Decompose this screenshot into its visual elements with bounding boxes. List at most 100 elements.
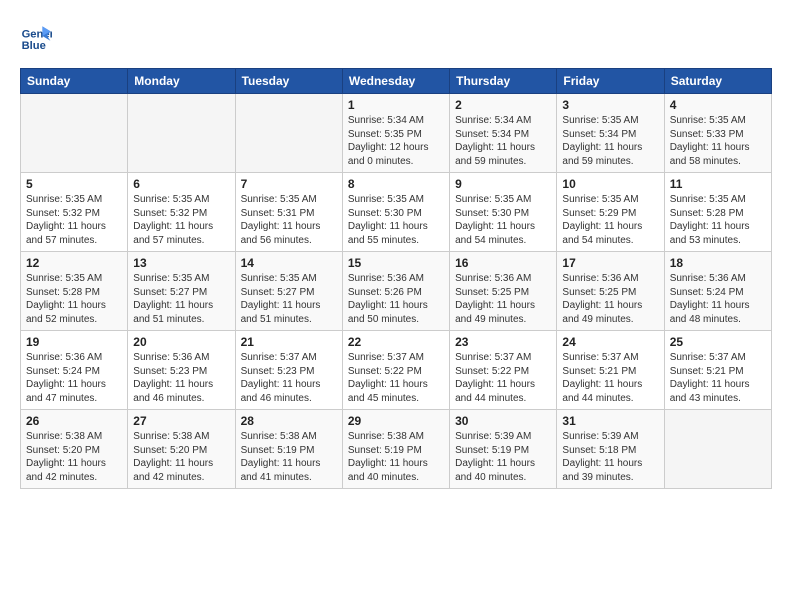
day-number: 15 bbox=[348, 256, 444, 270]
day-number: 18 bbox=[670, 256, 766, 270]
day-info: Sunrise: 5:35 AM Sunset: 5:31 PM Dayligh… bbox=[241, 193, 337, 247]
weekday-header-monday: Monday bbox=[128, 69, 235, 94]
calendar-cell: 18 Sunrise: 5:36 AM Sunset: 5:24 PM Dayli… bbox=[664, 252, 771, 331]
day-number: 2 bbox=[455, 98, 551, 112]
calendar-cell: 5 Sunrise: 5:35 AM Sunset: 5:32 PM Daylig… bbox=[21, 173, 128, 252]
day-number: 7 bbox=[241, 177, 337, 191]
day-number: 26 bbox=[26, 414, 122, 428]
day-info: Sunrise: 5:36 AM Sunset: 5:25 PM Dayligh… bbox=[562, 272, 658, 326]
weekday-header-thursday: Thursday bbox=[450, 69, 557, 94]
day-info: Sunrise: 5:35 AM Sunset: 5:27 PM Dayligh… bbox=[241, 272, 337, 326]
day-number: 6 bbox=[133, 177, 229, 191]
day-info: Sunrise: 5:36 AM Sunset: 5:26 PM Dayligh… bbox=[348, 272, 444, 326]
day-info: Sunrise: 5:36 AM Sunset: 5:24 PM Dayligh… bbox=[670, 272, 766, 326]
calendar-cell: 17 Sunrise: 5:36 AM Sunset: 5:25 PM Dayli… bbox=[557, 252, 664, 331]
day-number: 5 bbox=[26, 177, 122, 191]
calendar-cell: 7 Sunrise: 5:35 AM Sunset: 5:31 PM Daylig… bbox=[235, 173, 342, 252]
day-number: 27 bbox=[133, 414, 229, 428]
calendar-cell: 31 Sunrise: 5:39 AM Sunset: 5:18 PM Dayli… bbox=[557, 410, 664, 489]
day-info: Sunrise: 5:35 AM Sunset: 5:34 PM Dayligh… bbox=[562, 114, 658, 168]
calendar-cell bbox=[235, 94, 342, 173]
day-number: 23 bbox=[455, 335, 551, 349]
calendar-cell: 16 Sunrise: 5:36 AM Sunset: 5:25 PM Dayli… bbox=[450, 252, 557, 331]
logo: General Blue bbox=[20, 20, 56, 52]
calendar-cell: 10 Sunrise: 5:35 AM Sunset: 5:29 PM Dayli… bbox=[557, 173, 664, 252]
calendar-cell: 15 Sunrise: 5:36 AM Sunset: 5:26 PM Dayli… bbox=[342, 252, 449, 331]
calendar: SundayMondayTuesdayWednesdayThursdayFrid… bbox=[20, 68, 772, 489]
day-number: 4 bbox=[670, 98, 766, 112]
calendar-cell: 24Sunrise: 5:37 AM Sunset: 5:21 PM Dayli… bbox=[557, 331, 664, 410]
calendar-cell: 14 Sunrise: 5:35 AM Sunset: 5:27 PM Dayli… bbox=[235, 252, 342, 331]
week-row-1: 1 Sunrise: 5:34 AM Sunset: 5:35 PM Daylig… bbox=[21, 94, 772, 173]
week-row-3: 12 Sunrise: 5:35 AM Sunset: 5:28 PM Dayli… bbox=[21, 252, 772, 331]
calendar-cell: 3Sunrise: 5:35 AM Sunset: 5:34 PM Daylig… bbox=[557, 94, 664, 173]
day-number: 24 bbox=[562, 335, 658, 349]
day-number: 1 bbox=[348, 98, 444, 112]
weekday-header-row: SundayMondayTuesdayWednesdayThursdayFrid… bbox=[21, 69, 772, 94]
day-info: Sunrise: 5:35 AM Sunset: 5:29 PM Dayligh… bbox=[562, 193, 658, 247]
day-info: Sunrise: 5:35 AM Sunset: 5:30 PM Dayligh… bbox=[348, 193, 444, 247]
day-info: Sunrise: 5:36 AM Sunset: 5:25 PM Dayligh… bbox=[455, 272, 551, 326]
calendar-cell: 2 Sunrise: 5:34 AM Sunset: 5:34 PM Daylig… bbox=[450, 94, 557, 173]
day-number: 31 bbox=[562, 414, 658, 428]
day-number: 14 bbox=[241, 256, 337, 270]
calendar-cell: 1 Sunrise: 5:34 AM Sunset: 5:35 PM Daylig… bbox=[342, 94, 449, 173]
day-info: Sunrise: 5:38 AM Sunset: 5:20 PM Dayligh… bbox=[26, 430, 122, 484]
calendar-cell: 29Sunrise: 5:38 AM Sunset: 5:19 PM Dayli… bbox=[342, 410, 449, 489]
weekday-header-tuesday: Tuesday bbox=[235, 69, 342, 94]
day-number: 21 bbox=[241, 335, 337, 349]
day-info: Sunrise: 5:34 AM Sunset: 5:35 PM Dayligh… bbox=[348, 114, 444, 168]
day-info: Sunrise: 5:34 AM Sunset: 5:34 PM Dayligh… bbox=[455, 114, 551, 168]
day-info: Sunrise: 5:36 AM Sunset: 5:24 PM Dayligh… bbox=[26, 351, 122, 405]
day-number: 11 bbox=[670, 177, 766, 191]
day-number: 28 bbox=[241, 414, 337, 428]
day-number: 13 bbox=[133, 256, 229, 270]
day-number: 29 bbox=[348, 414, 444, 428]
day-number: 30 bbox=[455, 414, 551, 428]
calendar-cell: 30 Sunrise: 5:39 AM Sunset: 5:19 PM Dayli… bbox=[450, 410, 557, 489]
calendar-cell: 22 Sunrise: 5:37 AM Sunset: 5:22 PM Dayli… bbox=[342, 331, 449, 410]
calendar-cell: 9 Sunrise: 5:35 AM Sunset: 5:30 PM Daylig… bbox=[450, 173, 557, 252]
day-info: Sunrise: 5:37 AM Sunset: 5:23 PM Dayligh… bbox=[241, 351, 337, 405]
day-number: 20 bbox=[133, 335, 229, 349]
day-info: Sunrise: 5:38 AM Sunset: 5:19 PM Dayligh… bbox=[241, 430, 337, 484]
week-row-2: 5 Sunrise: 5:35 AM Sunset: 5:32 PM Daylig… bbox=[21, 173, 772, 252]
day-info: Sunrise: 5:37 AM Sunset: 5:21 PM Dayligh… bbox=[670, 351, 766, 405]
day-number: 17 bbox=[562, 256, 658, 270]
calendar-cell: 11 Sunrise: 5:35 AM Sunset: 5:28 PM Dayli… bbox=[664, 173, 771, 252]
calendar-cell bbox=[128, 94, 235, 173]
day-info: Sunrise: 5:39 AM Sunset: 5:18 PM Dayligh… bbox=[562, 430, 658, 484]
day-info: Sunrise: 5:37 AM Sunset: 5:22 PM Dayligh… bbox=[348, 351, 444, 405]
calendar-cell: 8 Sunrise: 5:35 AM Sunset: 5:30 PM Daylig… bbox=[342, 173, 449, 252]
weekday-header-sunday: Sunday bbox=[21, 69, 128, 94]
day-info: Sunrise: 5:39 AM Sunset: 5:19 PM Dayligh… bbox=[455, 430, 551, 484]
svg-text:Blue: Blue bbox=[22, 40, 46, 52]
logo-icon: General Blue bbox=[20, 20, 52, 52]
day-number: 12 bbox=[26, 256, 122, 270]
calendar-cell: 12 Sunrise: 5:35 AM Sunset: 5:28 PM Dayli… bbox=[21, 252, 128, 331]
day-info: Sunrise: 5:35 AM Sunset: 5:33 PM Dayligh… bbox=[670, 114, 766, 168]
calendar-cell: 21 Sunrise: 5:37 AM Sunset: 5:23 PM Dayli… bbox=[235, 331, 342, 410]
day-info: Sunrise: 5:35 AM Sunset: 5:32 PM Dayligh… bbox=[26, 193, 122, 247]
day-info: Sunrise: 5:35 AM Sunset: 5:28 PM Dayligh… bbox=[670, 193, 766, 247]
day-info: Sunrise: 5:35 AM Sunset: 5:30 PM Dayligh… bbox=[455, 193, 551, 247]
page-header: General Blue bbox=[20, 20, 772, 52]
day-info: Sunrise: 5:35 AM Sunset: 5:28 PM Dayligh… bbox=[26, 272, 122, 326]
day-info: Sunrise: 5:35 AM Sunset: 5:27 PM Dayligh… bbox=[133, 272, 229, 326]
day-number: 10 bbox=[562, 177, 658, 191]
weekday-header-wednesday: Wednesday bbox=[342, 69, 449, 94]
day-number: 8 bbox=[348, 177, 444, 191]
calendar-cell bbox=[21, 94, 128, 173]
calendar-cell: 26 Sunrise: 5:38 AM Sunset: 5:20 PM Dayli… bbox=[21, 410, 128, 489]
day-number: 9 bbox=[455, 177, 551, 191]
day-number: 16 bbox=[455, 256, 551, 270]
day-number: 22 bbox=[348, 335, 444, 349]
calendar-cell: 19 Sunrise: 5:36 AM Sunset: 5:24 PM Dayli… bbox=[21, 331, 128, 410]
day-info: Sunrise: 5:36 AM Sunset: 5:23 PM Dayligh… bbox=[133, 351, 229, 405]
calendar-cell: 13 Sunrise: 5:35 AM Sunset: 5:27 PM Dayli… bbox=[128, 252, 235, 331]
calendar-cell: 4 Sunrise: 5:35 AM Sunset: 5:33 PM Daylig… bbox=[664, 94, 771, 173]
week-row-4: 19 Sunrise: 5:36 AM Sunset: 5:24 PM Dayli… bbox=[21, 331, 772, 410]
day-info: Sunrise: 5:35 AM Sunset: 5:32 PM Dayligh… bbox=[133, 193, 229, 247]
day-number: 25 bbox=[670, 335, 766, 349]
day-number: 19 bbox=[26, 335, 122, 349]
